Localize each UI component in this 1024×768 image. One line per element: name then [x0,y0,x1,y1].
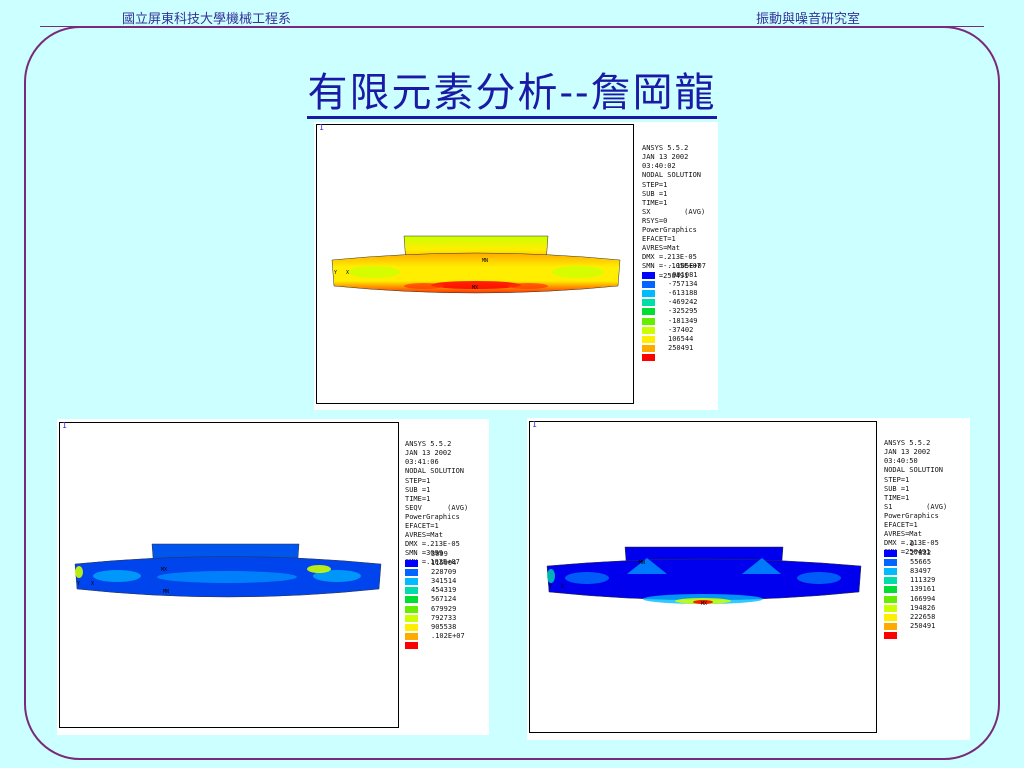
axis-y-label: Y [549,584,552,590]
axis-y-label: Y [334,270,337,276]
stress-contour-sx: MX MN Y X [331,235,621,294]
mx-marker: MX [701,601,707,607]
axis-y-label: Y [77,581,80,587]
ansys-plot-seqv: 1 MX MN Y X ANSYS 5.5.2 JAN 13 2002 03:41:… [57,419,489,735]
mx-marker: MX [472,285,478,291]
axis-x-label: X [561,584,564,590]
ansys-plot-sx: 1 MX MN Y X ANSYS 5.5.2 JAN 13 2002 03:40:… [314,122,718,410]
mx-marker: MX [161,567,167,573]
axis-x-label: X [91,581,94,587]
ansys-plot-s1: 1 MX MN Y X ANSYS 5.5.2 JAN 13 2002 03:40:… [527,418,970,740]
stress-contour-s1: MX MN Y X [546,546,862,607]
header-lab: 振動與噪音研究室 [756,12,861,27]
mn-marker: MN [639,560,645,566]
mn-marker: MN [482,258,488,264]
axis-x-label: X [346,270,349,276]
mn-marker: MN [163,589,169,595]
header-department: 國立屏東科技大學機械工程系 [122,12,292,27]
stress-contour-seqv: MX MN Y X [74,543,382,598]
slide-title: 有限元素分析--詹岡龍 [0,60,1024,119]
